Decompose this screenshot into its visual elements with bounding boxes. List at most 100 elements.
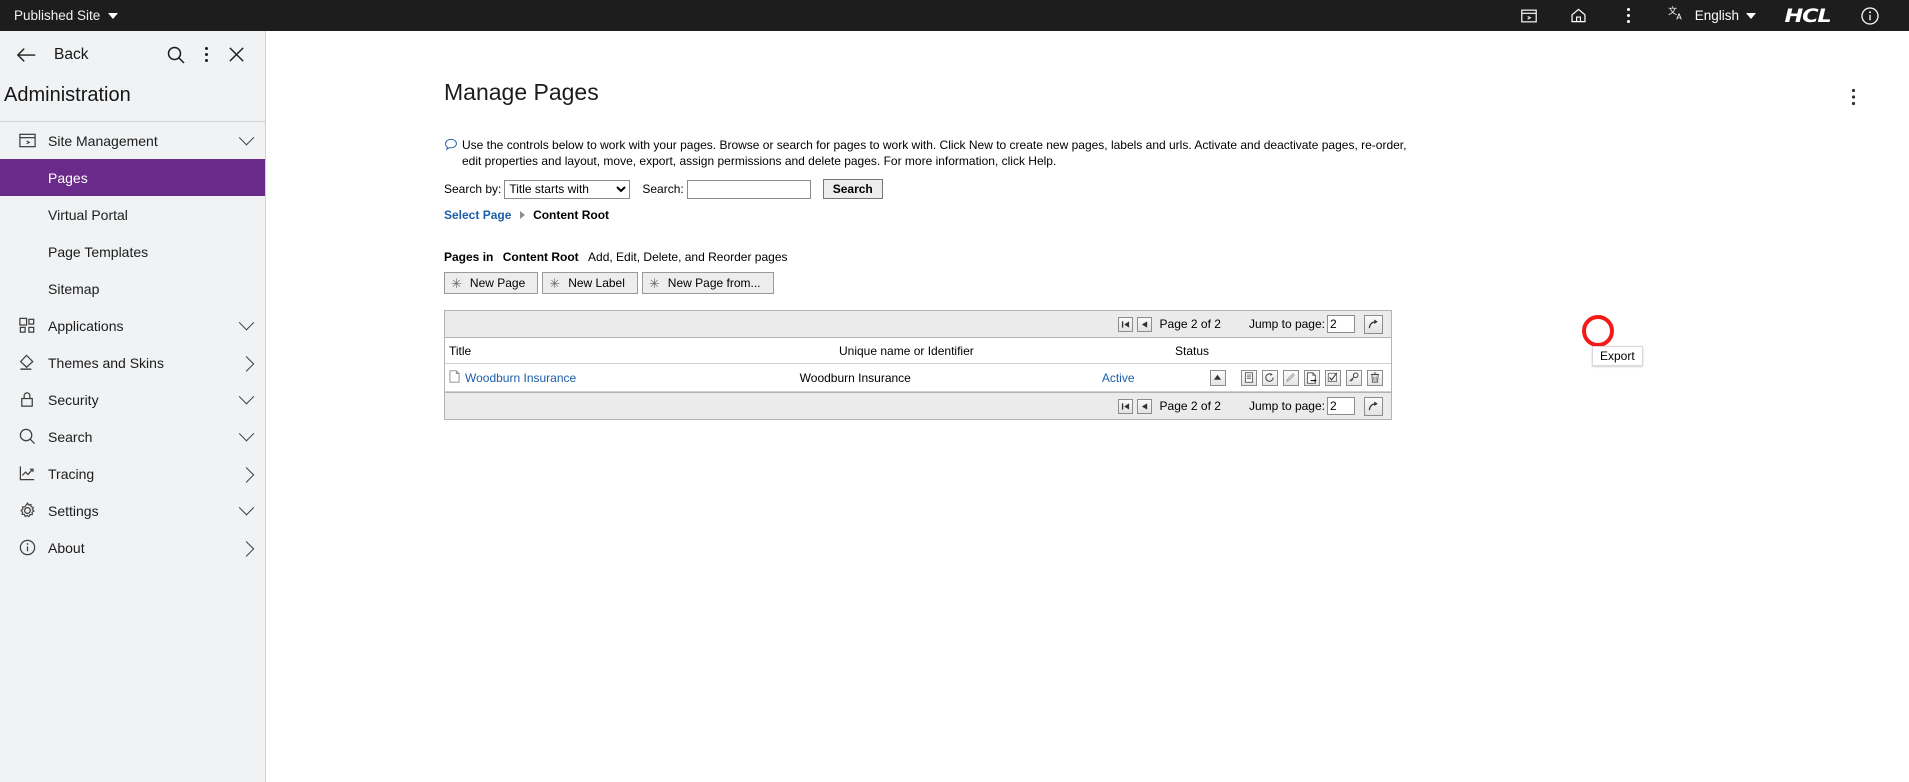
new-page-from-button[interactable]: ✳ New Page from... — [641, 272, 774, 294]
new-label-button[interactable]: ✳ New Label — [542, 272, 638, 294]
site-management-icon — [6, 131, 48, 150]
back-arrow-icon[interactable] — [14, 42, 40, 68]
page-indicator: Page 2 of 2 — [1159, 399, 1221, 413]
sidebar-item-settings[interactable]: Settings — [0, 492, 265, 529]
sidebar-item-tracing[interactable]: Tracing — [0, 455, 265, 492]
cell-status: Active — [1098, 371, 1206, 385]
back-label[interactable]: Back — [54, 46, 88, 64]
move-up-action[interactable] — [1209, 369, 1226, 386]
search-input[interactable] — [686, 179, 811, 199]
site-switcher-label: Published Site — [14, 8, 101, 23]
lock-icon — [6, 390, 48, 409]
section-prefix: Pages in — [444, 250, 494, 264]
breadcrumb-separator-icon — [519, 211, 525, 219]
side-panel-header: Back — [0, 31, 265, 78]
previous-page-icon[interactable] — [1136, 398, 1152, 414]
chevron-down-icon — [227, 499, 265, 516]
sidebar-item-about[interactable]: About — [0, 529, 265, 566]
row-action-buttons — [1209, 369, 1391, 386]
gear-icon — [6, 501, 48, 520]
sidebar-item-label: Site Management — [48, 132, 158, 149]
translate-icon: 文A — [1668, 5, 1688, 26]
page-title-link[interactable]: Woodburn Insurance — [465, 371, 576, 385]
export-tooltip: Export — [1592, 346, 1643, 366]
new-item-buttons: ✳ New Page ✳ New Label ✳ New Page from..… — [444, 272, 1447, 294]
site-switcher[interactable]: Published Site — [14, 8, 119, 23]
help-bubble-icon[interactable] — [444, 138, 462, 157]
tracing-icon — [6, 464, 48, 483]
edit-page-properties-action[interactable] — [1240, 369, 1257, 386]
sidebar-item-label: Settings — [48, 502, 99, 519]
sidebar-item-page-templates[interactable]: Page Templates — [0, 233, 265, 270]
administration-side-panel: Back Administration Site Management Page… — [0, 31, 266, 782]
status-badge[interactable]: Active — [1102, 371, 1135, 385]
new-page-button[interactable]: ✳ New Page — [444, 272, 539, 294]
search-by-select[interactable]: Title starts with — [504, 179, 631, 199]
first-page-icon[interactable] — [1117, 316, 1133, 332]
close-icon[interactable] — [221, 40, 251, 70]
sidebar-item-label: Themes and Skins — [48, 354, 164, 371]
sidebar-item-search[interactable]: Search — [0, 418, 265, 455]
search-icon[interactable] — [161, 40, 191, 70]
themes-icon — [6, 353, 48, 372]
sidebar-item-pages[interactable]: Pages — [0, 159, 265, 196]
sidebar-item-label: Sitemap — [48, 280, 100, 297]
overflow-menu-icon[interactable] — [1604, 0, 1654, 31]
breadcrumb-select-page-link[interactable]: Select Page — [444, 208, 511, 222]
search-button[interactable]: Search — [822, 179, 883, 199]
sidebar-item-sitemap[interactable]: Sitemap — [0, 270, 265, 307]
info-icon[interactable] — [1845, 0, 1895, 31]
delete-page-action[interactable] — [1366, 369, 1383, 386]
page-indicator: Page 2 of 2 — [1159, 317, 1221, 331]
table-header-row: Title Unique name or Identifier Status — [445, 338, 1391, 364]
global-top-bar: Published Site 文A English HCL — [0, 0, 1909, 31]
chevron-down-icon — [227, 314, 265, 331]
sidebar-item-security[interactable]: Security — [0, 381, 265, 418]
section-scope: Content Root — [502, 250, 579, 264]
sidebar-item-themes-and-skins[interactable]: Themes and Skins — [0, 344, 265, 381]
search-label: Search: — [642, 182, 684, 196]
language-label: English — [1694, 8, 1740, 23]
jump-to-page-input[interactable] — [1327, 315, 1355, 333]
go-arrow-icon[interactable] — [1364, 314, 1383, 334]
go-arrow-icon[interactable] — [1364, 396, 1383, 416]
sidebar-item-virtual-portal[interactable]: Virtual Portal — [0, 196, 265, 233]
page-document-icon — [449, 369, 460, 386]
previous-page-icon[interactable] — [1136, 316, 1152, 332]
rename-action[interactable] — [1282, 369, 1299, 386]
overflow-menu-icon[interactable] — [1837, 81, 1869, 113]
sidebar-item-site-management[interactable]: Site Management — [0, 122, 265, 159]
cell-actions — [1206, 369, 1391, 386]
page-title: Manage Pages — [444, 79, 599, 105]
home-icon[interactable] — [1554, 0, 1604, 31]
search-by-label: Search by: — [444, 182, 502, 196]
breadcrumb-current: Content Root — [533, 208, 610, 222]
assign-permissions-action[interactable] — [1324, 369, 1341, 386]
chevron-right-icon — [227, 541, 265, 557]
chevron-right-icon — [227, 356, 265, 372]
edit-page-layout-action[interactable] — [1261, 369, 1278, 386]
column-header-status: Status — [1175, 343, 1210, 358]
language-selector[interactable]: 文A English — [1654, 0, 1770, 31]
sidebar-item-label: Applications — [48, 317, 124, 334]
overflow-menu-icon[interactable] — [191, 40, 221, 70]
set-permissions-action[interactable] — [1345, 369, 1362, 386]
chevron-down-icon — [227, 425, 265, 442]
chevron-down-icon — [108, 12, 119, 19]
export-action[interactable] — [1303, 369, 1320, 386]
panel-icon[interactable] — [1504, 0, 1554, 31]
chevron-down-icon — [227, 129, 265, 146]
sidebar-item-applications[interactable]: Applications — [0, 307, 265, 344]
svg-text:A: A — [1676, 11, 1682, 21]
jump-to-page-input[interactable] — [1327, 397, 1355, 415]
new-page-label: New Page — [469, 276, 526, 290]
search-controls: Search by: Title starts with Search: Sea… — [444, 179, 1447, 199]
sidebar-item-label: Page Templates — [48, 243, 149, 260]
new-page-from-icon: ✳ — [648, 275, 660, 291]
chevron-right-icon — [227, 467, 265, 483]
cell-unique-name: Woodburn Insurance — [799, 370, 911, 385]
portlet-description: Use the controls below to work with your… — [444, 137, 1447, 169]
page-title: Administration — [4, 84, 131, 106]
search-icon — [6, 427, 48, 446]
first-page-icon[interactable] — [1117, 398, 1133, 414]
